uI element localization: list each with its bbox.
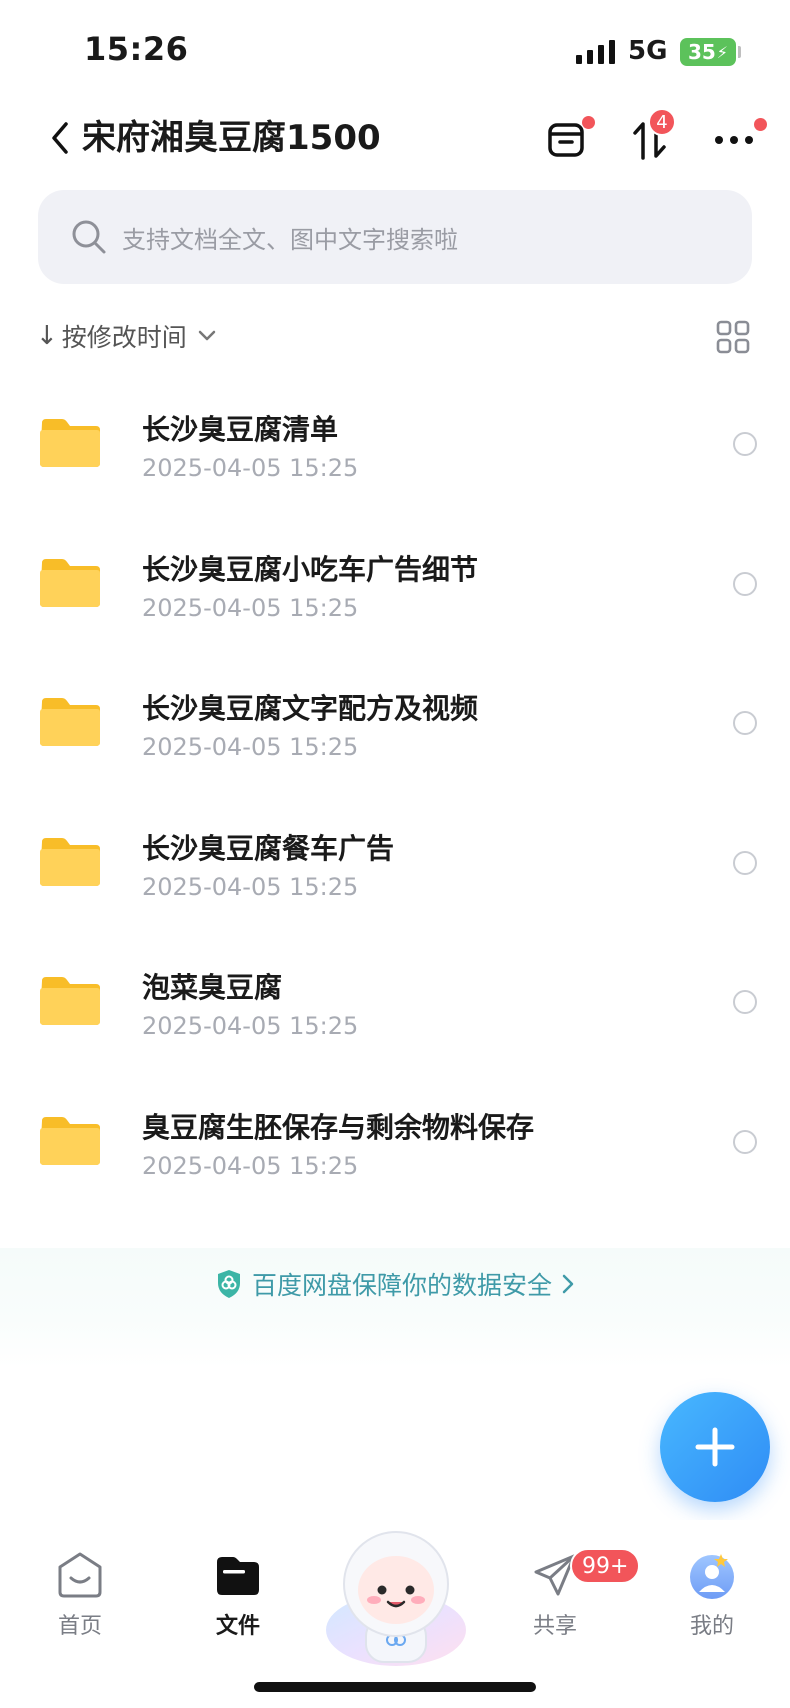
file-date: 2025-04-05 15:25 (142, 733, 359, 761)
safety-text: 百度网盘保障你的数据安全 (251, 1271, 552, 1300)
file-name: 长沙臭豆腐餐车广告 (142, 831, 395, 865)
more-icon (715, 136, 753, 144)
page-title: 宋府湘臭豆腐1500 (82, 118, 381, 158)
list-item[interactable]: 长沙臭豆腐清单 2025-04-05 15:25 (0, 372, 790, 512)
tab-files-label: 文件 (215, 1614, 260, 1639)
back-button[interactable] (40, 116, 80, 160)
list-item[interactable]: 臭豆腐生胚保存与剩余物料保存 2025-04-05 15:25 (0, 1070, 790, 1210)
sort-label: 按修改时间 (61, 323, 187, 352)
file-name: 泡菜臭豆腐 (142, 971, 283, 1004)
inbox-red-dot (582, 116, 595, 129)
file-name: 长沙臭豆腐文字配方及视频 (142, 692, 479, 725)
transfer-count-badge: 4 (648, 108, 676, 136)
home-indicator (254, 1682, 536, 1692)
file-date: 2025-04-05 15:25 (142, 454, 359, 482)
add-button[interactable] (660, 1392, 770, 1502)
profile-icon (690, 1554, 734, 1599)
inbox-icon (548, 123, 584, 157)
status-bar: 15:26 5G 35 ⚡ (0, 0, 790, 100)
select-checkbox[interactable] (733, 711, 757, 735)
folder-icon (40, 698, 100, 746)
sort-arrow: ↓ (36, 321, 58, 351)
file-name: 长沙臭豆腐小吃车广告细节 (142, 552, 479, 586)
more-button[interactable] (706, 112, 767, 168)
file-date: 2025-04-05 15:25 (142, 593, 359, 622)
file-date: 2025-04-05 15:25 (142, 1012, 359, 1040)
file-date: 2025-04-05 15:25 (142, 872, 359, 901)
tab-home-label: 首页 (57, 1614, 102, 1639)
grid-view-icon[interactable] (716, 320, 750, 354)
folder-icon (40, 558, 100, 607)
list-item[interactable]: 长沙臭豆腐文字配方及视频 2025-04-05 15:25 (0, 651, 790, 791)
transfer-button[interactable]: 4 (622, 108, 678, 168)
battery-indicator: 35 ⚡ (680, 38, 736, 66)
folder-icon (40, 837, 100, 886)
tab-mine-label: 我的 (689, 1614, 734, 1639)
header: 宋府湘臭豆腐1500 4 (0, 100, 790, 180)
chevron-right-icon (562, 1274, 574, 1294)
list-item[interactable]: 泡菜臭豆腐 2025-04-05 15:25 (0, 930, 790, 1070)
folder-icon (40, 977, 100, 1025)
shield-icon (217, 1270, 240, 1298)
battery-level: 35 (687, 40, 716, 64)
battery-cap (738, 46, 741, 58)
tab-mine[interactable]: 我的 (657, 1550, 767, 1660)
back-icon (52, 122, 68, 154)
chevron-down-icon (198, 330, 216, 341)
mascot-assistant-icon[interactable] (322, 1520, 470, 1670)
sort-selector[interactable]: ↓ 按修改时间 (36, 314, 217, 358)
more-red-dot (754, 118, 767, 131)
tab-files[interactable]: 文件 (183, 1550, 293, 1660)
list-item[interactable]: 长沙臭豆腐餐车广告 2025-04-05 15:25 (0, 791, 790, 931)
search-placeholder: 支持文档全文、图中文字搜索啦 (122, 225, 458, 254)
signal-icon (576, 40, 615, 64)
share-count-badge: 99+ (570, 1548, 641, 1584)
home-icon (58, 1552, 102, 1598)
safety-link[interactable]: 百度网盘保障你的数据安全 (216, 1266, 574, 1302)
inbox-button[interactable] (538, 112, 595, 168)
folder-icon (40, 419, 100, 467)
file-name: 长沙臭豆腐清单 (142, 413, 339, 446)
select-checkbox[interactable] (733, 571, 757, 596)
tab-home[interactable]: 首页 (25, 1550, 135, 1660)
folder-icon (40, 1116, 100, 1165)
file-list: 长沙臭豆腐清单 2025-04-05 15:25 长沙臭豆腐小吃车广告细节 20… (0, 372, 790, 1209)
safety-banner[interactable]: 百度网盘保障你的数据安全 (0, 1248, 790, 1368)
search-icon (72, 220, 106, 254)
plus-icon (695, 1427, 735, 1467)
select-checkbox[interactable] (733, 432, 757, 456)
select-checkbox[interactable] (733, 850, 757, 875)
tab-bar: 首页 文件 共享 99+ 我的 (0, 1520, 790, 1708)
search-bar[interactable]: 支持文档全文、图中文字搜索啦 (38, 190, 752, 284)
files-icon (217, 1557, 259, 1595)
file-name: 臭豆腐生胚保存与剩余物料保存 (142, 1110, 535, 1144)
list-item[interactable]: 长沙臭豆腐小吃车广告细节 2025-04-05 15:25 (0, 512, 790, 652)
tab-share-label: 共享 (532, 1614, 577, 1639)
status-time: 15:26 (84, 30, 189, 68)
select-checkbox[interactable] (733, 1129, 757, 1154)
network-label: 5G (628, 36, 668, 66)
select-checkbox[interactable] (733, 990, 757, 1014)
file-date: 2025-04-05 15:25 (142, 1151, 359, 1180)
